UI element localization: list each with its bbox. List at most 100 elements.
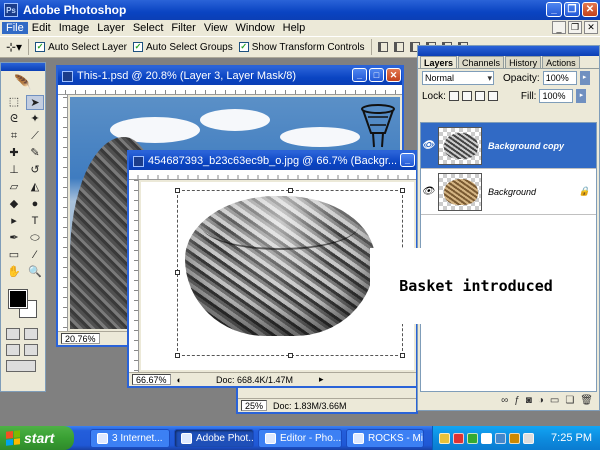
auto-select-groups-option[interactable]: ✓ Auto Select Groups [133, 42, 233, 53]
feather-logo-icon[interactable]: 🪶 [1, 71, 45, 93]
align-top-icon[interactable] [377, 42, 388, 52]
path-selection-tool-icon[interactable]: ▸ [5, 214, 23, 229]
marquee-tool-icon[interactable]: ⬚ [5, 95, 23, 110]
lock-all-icon[interactable] [487, 91, 498, 101]
clone-stamp-tool-icon[interactable]: ⊥ [5, 163, 23, 178]
show-transform-controls-option[interactable]: ✓ Show Transform Controls [238, 42, 365, 53]
history-brush-tool-icon[interactable]: ↺ [26, 163, 44, 178]
tab-history[interactable]: History [505, 56, 542, 68]
mdi-minimize-button[interactable]: _ [552, 21, 566, 34]
doc2-title-bar[interactable]: 454687393_b23c63ec9b_o.jpg @ 66.7% (Back… [129, 152, 416, 170]
link-layers-icon[interactable]: ∞ [501, 395, 508, 406]
opacity-slider-arrow-icon[interactable]: ▸ [579, 71, 590, 85]
move-tool-preset-icon[interactable]: ⊹▾ [6, 40, 22, 54]
menu-select[interactable]: Select [129, 22, 168, 34]
taskbar-item-editor[interactable]: Editor - Pho... [258, 428, 342, 448]
eraser-tool-icon[interactable]: ▱ [5, 180, 23, 195]
transform-handle-bottom-left[interactable] [175, 353, 180, 358]
tray-icon[interactable] [467, 432, 478, 444]
start-button[interactable]: start [0, 426, 74, 450]
magic-wand-tool-icon[interactable]: ✦ [26, 112, 44, 127]
lock-transparency-icon[interactable] [448, 91, 459, 101]
doc2-minimize-button[interactable]: _ [400, 153, 415, 167]
type-tool-icon[interactable]: T [26, 214, 44, 229]
menu-help[interactable]: Help [279, 22, 310, 34]
doc2-zoom-field[interactable]: 66.67% [132, 374, 171, 385]
minimize-button[interactable]: _ [546, 2, 562, 17]
healing-brush-tool-icon[interactable]: ✚ [5, 146, 23, 161]
blur-tool-icon[interactable]: ◆ [5, 197, 23, 212]
full-screen-menu-mode-icon[interactable] [24, 344, 38, 356]
taskbar-item-photoshop[interactable]: Adobe Phot... [174, 428, 254, 448]
jump-to-imageready-icon[interactable] [6, 360, 36, 372]
opacity-field[interactable]: 100% [542, 71, 577, 85]
new-layer-icon[interactable]: ❏ [565, 395, 574, 406]
slice-tool-icon[interactable]: ⟋ [26, 129, 44, 144]
doc3-zoom-field[interactable]: 25% [241, 400, 268, 411]
taskbar-item-internet[interactable]: 3 Internet... [90, 428, 170, 448]
lock-image-icon[interactable] [461, 91, 472, 101]
layers-palette-title-bar[interactable] [418, 46, 599, 56]
fill-field[interactable]: 100% [539, 89, 574, 103]
layer-row-background-copy[interactable]: 👁 Background copy [421, 123, 596, 169]
auto-select-layer-checkbox[interactable]: ✓ [35, 42, 46, 52]
taskbar-item-rocks[interactable]: ROCKS - Mi... [346, 428, 424, 448]
visibility-eye-icon[interactable]: 👁 [421, 140, 435, 151]
pen-tool-icon[interactable]: ✒ [5, 231, 23, 246]
transform-handle-top-left[interactable] [175, 188, 180, 193]
tray-icon[interactable] [509, 432, 520, 444]
tray-icon[interactable] [481, 432, 492, 444]
delete-layer-icon[interactable]: 🗑 [580, 395, 593, 406]
doc1-minimize-button[interactable]: _ [352, 68, 367, 82]
visibility-eye-icon[interactable]: 👁 [421, 186, 435, 197]
doc2-status-menu-icon[interactable]: ◐ [177, 375, 182, 385]
move-tool-icon[interactable]: ➤ [26, 95, 44, 110]
auto-select-groups-checkbox[interactable]: ✓ [133, 42, 144, 52]
menu-image[interactable]: Image [55, 22, 94, 34]
menu-view[interactable]: View [200, 22, 232, 34]
crop-tool-icon[interactable]: ⌗ [5, 129, 23, 144]
menu-filter[interactable]: Filter [167, 22, 199, 34]
doc1-maximize-button[interactable]: □ [369, 68, 384, 82]
doc1-zoom-field[interactable]: 20.76% [61, 333, 100, 344]
menu-window[interactable]: Window [232, 22, 279, 34]
eyedropper-tool-icon[interactable]: ⁄ [26, 248, 44, 263]
volume-icon[interactable] [523, 432, 534, 444]
transform-handle-top-center[interactable] [288, 188, 293, 193]
close-button[interactable]: ✕ [582, 2, 598, 17]
doc2-status-arrow-icon[interactable]: ▸ [319, 374, 324, 385]
menu-file[interactable]: File [2, 22, 28, 34]
lasso-tool-icon[interactable]: ᘓ [5, 112, 23, 127]
layer-row-background[interactable]: 👁 Background 🔒 [421, 169, 596, 215]
menu-layer[interactable]: Layer [93, 22, 129, 34]
notes-tool-icon[interactable]: ▭ [5, 248, 23, 263]
new-group-icon[interactable]: ▭ [550, 395, 559, 406]
menu-edit[interactable]: Edit [28, 22, 55, 34]
add-mask-icon[interactable]: ◙ [526, 395, 532, 406]
tab-actions[interactable]: Actions [542, 56, 580, 68]
zoom-tool-icon[interactable]: 🔍 [26, 265, 44, 280]
foreground-color-swatch[interactable] [8, 289, 28, 309]
doc1-title-bar[interactable]: This-1.psd @ 20.8% (Layer 3, Layer Mask/… [58, 67, 402, 85]
blend-mode-select[interactable]: Normal [422, 71, 494, 85]
quick-mask-mode-icon[interactable] [24, 328, 38, 340]
mdi-restore-button[interactable]: ❐ [568, 21, 582, 34]
show-transform-controls-checkbox[interactable]: ✓ [238, 42, 249, 52]
shape-tool-icon[interactable]: ⬭ [26, 231, 44, 246]
tab-channels[interactable]: Channels [458, 56, 505, 68]
transform-handle-top-right[interactable] [400, 188, 405, 193]
doc1-close-button[interactable]: ✕ [386, 68, 401, 82]
tab-layers[interactable]: Layers [420, 56, 458, 68]
paint-bucket-tool-icon[interactable]: ◭ [26, 180, 44, 195]
auto-select-layer-option[interactable]: ✓ Auto Select Layer [35, 42, 127, 53]
lock-position-icon[interactable] [474, 91, 485, 101]
hand-tool-icon[interactable]: ✋ [5, 265, 23, 280]
toolbox-title-bar[interactable] [1, 63, 45, 71]
transform-handle-middle-left[interactable] [175, 270, 180, 275]
transform-handle-bottom-right[interactable] [400, 353, 405, 358]
standard-screen-mode-icon[interactable] [6, 344, 20, 356]
tray-icon[interactable] [439, 432, 450, 444]
transform-handle-bottom-center[interactable] [288, 353, 293, 358]
restore-button[interactable]: ❐ [564, 2, 580, 17]
dodge-tool-icon[interactable]: ● [26, 197, 44, 212]
